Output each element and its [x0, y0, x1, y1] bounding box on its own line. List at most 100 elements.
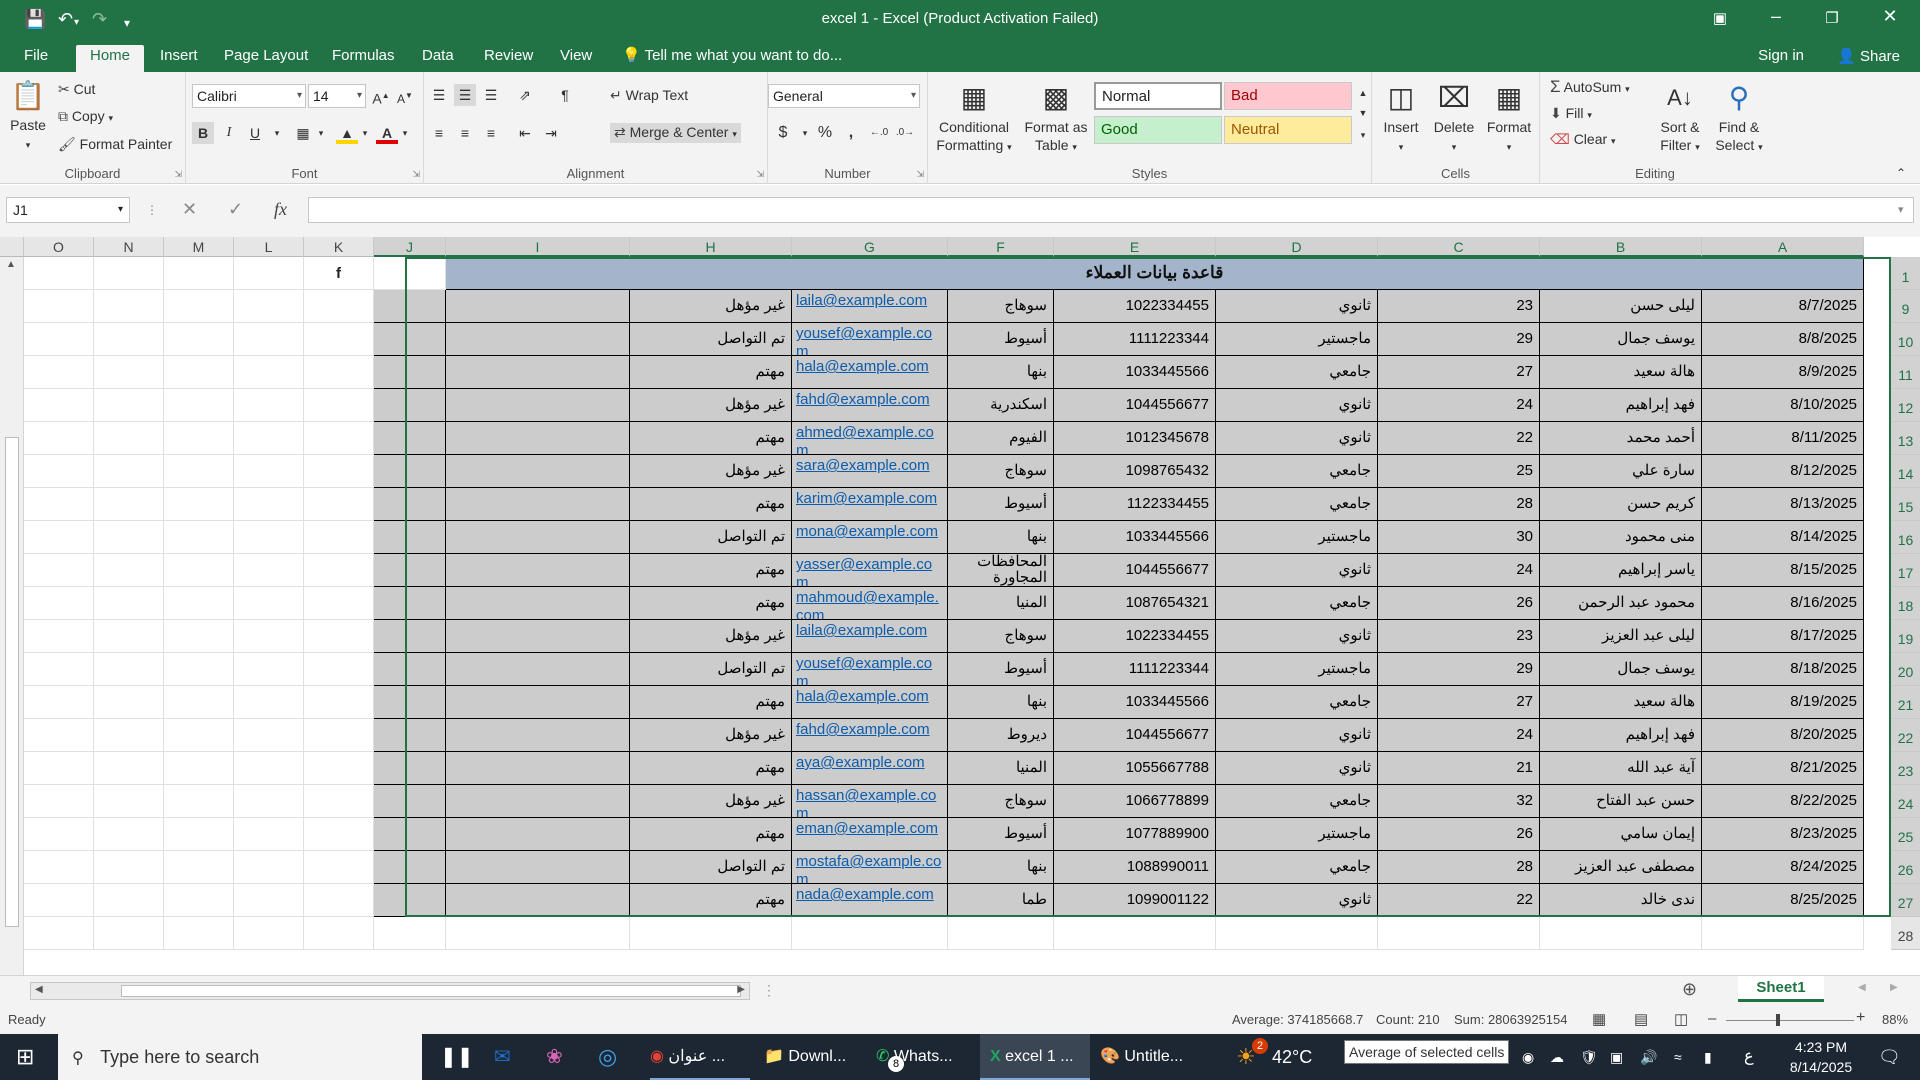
cell[interactable]: [94, 818, 164, 851]
task-view-icon[interactable]: ❚❚: [440, 1034, 474, 1080]
cell-phone[interactable]: 1055667788: [1054, 752, 1216, 785]
cell[interactable]: [446, 818, 630, 851]
cell-date[interactable]: 8/7/2025: [1702, 290, 1864, 323]
cell-name[interactable]: آية عبد الله: [1540, 752, 1702, 785]
bottom-align-icon[interactable]: ☰: [480, 84, 502, 106]
row-header-24[interactable]: 24: [1891, 785, 1920, 818]
cell[interactable]: [374, 719, 446, 752]
cell[interactable]: [446, 422, 630, 455]
cell[interactable]: [24, 422, 94, 455]
column-header-k[interactable]: K: [304, 237, 374, 257]
row-header-9[interactable]: 9: [1891, 290, 1920, 323]
cell-city[interactable]: بنها: [948, 521, 1054, 554]
cell[interactable]: [304, 884, 374, 917]
cell[interactable]: [304, 554, 374, 587]
cell[interactable]: [24, 818, 94, 851]
cell[interactable]: [374, 488, 446, 521]
middle-align-icon[interactable]: ☰: [454, 84, 476, 106]
cell[interactable]: [24, 521, 94, 554]
cell-k1[interactable]: f: [304, 257, 374, 290]
column-header-f[interactable]: F: [948, 237, 1054, 257]
bold-button[interactable]: B: [192, 122, 214, 144]
cell-email[interactable]: nada@example.com: [792, 884, 948, 917]
cell[interactable]: [24, 356, 94, 389]
cell[interactable]: [446, 620, 630, 653]
cell[interactable]: [446, 785, 630, 818]
cell-date[interactable]: 8/17/2025: [1702, 620, 1864, 653]
expand-formula-bar-icon[interactable]: ▾: [1898, 203, 1904, 216]
wrap-text-button[interactable]: ↵ Wrap Text: [610, 86, 688, 104]
taskbar-whatsapp[interactable]: ✆ Whats... 8: [876, 1034, 976, 1080]
percent-button[interactable]: %: [814, 122, 836, 144]
cell-status[interactable]: مهتم: [630, 356, 792, 389]
cell[interactable]: [24, 851, 94, 884]
battery-icon[interactable]: ▮: [1704, 1034, 1712, 1080]
cell-edu[interactable]: جامعي: [1216, 455, 1378, 488]
cell[interactable]: [304, 785, 374, 818]
cell-city[interactable]: أسيوط: [948, 488, 1054, 521]
column-header-b[interactable]: B: [1540, 237, 1702, 257]
alignment-launcher-icon[interactable]: ⇲: [756, 169, 764, 180]
tab-review[interactable]: Review: [474, 45, 543, 72]
increase-font-icon[interactable]: A▲: [370, 85, 392, 107]
cell-email[interactable]: yousef@example.com: [792, 323, 948, 356]
row-header-18[interactable]: 18: [1891, 587, 1920, 620]
cell-phone[interactable]: 1033445566: [1054, 521, 1216, 554]
tab-formulas[interactable]: Formulas: [322, 45, 405, 72]
cell-email[interactable]: yasser@example.com: [792, 554, 948, 587]
cell[interactable]: [304, 356, 374, 389]
cell-phone[interactable]: 1012345678: [1054, 422, 1216, 455]
cell[interactable]: [234, 356, 304, 389]
paste-button[interactable]: 📋 Paste ▾: [6, 76, 50, 154]
cell-phone[interactable]: 1044556677: [1054, 554, 1216, 587]
cell[interactable]: [24, 785, 94, 818]
cell-name[interactable]: حسن عبد الفتاح: [1540, 785, 1702, 818]
taskbar-paint[interactable]: 🎨 Untitle...: [1100, 1034, 1210, 1080]
cell[interactable]: [164, 818, 234, 851]
row-header-1[interactable]: 1: [1891, 257, 1920, 290]
cell-name[interactable]: محمود عبد الرحمن: [1540, 587, 1702, 620]
cell[interactable]: [446, 851, 630, 884]
cell-edu[interactable]: جامعي: [1216, 686, 1378, 719]
cell[interactable]: [24, 323, 94, 356]
row-header-16[interactable]: 16: [1891, 521, 1920, 554]
cell[interactable]: [94, 323, 164, 356]
cell-date[interactable]: 8/24/2025: [1702, 851, 1864, 884]
cell[interactable]: [234, 290, 304, 323]
cell-email[interactable]: hala@example.com: [792, 686, 948, 719]
cell-age[interactable]: 23: [1378, 290, 1540, 323]
cell-edu[interactable]: ثانوي: [1216, 884, 1378, 917]
cell-email[interactable]: mahmoud@example.com: [792, 587, 948, 620]
taskbar-excel[interactable]: X excel 1 ...: [980, 1034, 1090, 1080]
insert-cells-button[interactable]: ◫ Insert ▾: [1376, 78, 1426, 156]
restore-icon[interactable]: ❐: [1812, 9, 1852, 27]
cell-phone[interactable]: 1111223344: [1054, 323, 1216, 356]
style-good[interactable]: Good: [1094, 116, 1222, 144]
cell-name[interactable]: ليلى عبد العزيز: [1540, 620, 1702, 653]
cell-email[interactable]: mona@example.com: [792, 521, 948, 554]
cell[interactable]: [374, 587, 446, 620]
cell[interactable]: [374, 554, 446, 587]
cell-age[interactable]: 21: [1378, 752, 1540, 785]
cell[interactable]: [24, 389, 94, 422]
taskbar-clock[interactable]: 4:23 PM 8/14/2025: [1776, 1034, 1866, 1080]
cell[interactable]: [1054, 917, 1216, 950]
cell-edu[interactable]: ماجستير: [1216, 521, 1378, 554]
cell-age[interactable]: 26: [1378, 587, 1540, 620]
font-launcher-icon[interactable]: ⇲: [412, 169, 420, 180]
scroll-left-icon[interactable]: ◀: [35, 984, 43, 995]
cell[interactable]: [304, 422, 374, 455]
tray-chrome-icon[interactable]: ◉: [1522, 1034, 1534, 1080]
cell[interactable]: [304, 455, 374, 488]
cell[interactable]: [234, 587, 304, 620]
scroll-up-icon[interactable]: ▲: [6, 259, 16, 270]
cell-age[interactable]: 22: [1378, 884, 1540, 917]
cell-city[interactable]: بنها: [948, 851, 1054, 884]
italic-button[interactable]: I: [218, 122, 240, 144]
collapse-ribbon-icon[interactable]: ⌃: [1896, 164, 1906, 182]
cell-name[interactable]: فهد إبراهيم: [1540, 389, 1702, 422]
cell[interactable]: [164, 653, 234, 686]
top-align-icon[interactable]: ☰: [428, 84, 450, 106]
row-header-23[interactable]: 23: [1891, 752, 1920, 785]
delete-cells-button[interactable]: ⌧ Delete ▾: [1428, 78, 1480, 156]
